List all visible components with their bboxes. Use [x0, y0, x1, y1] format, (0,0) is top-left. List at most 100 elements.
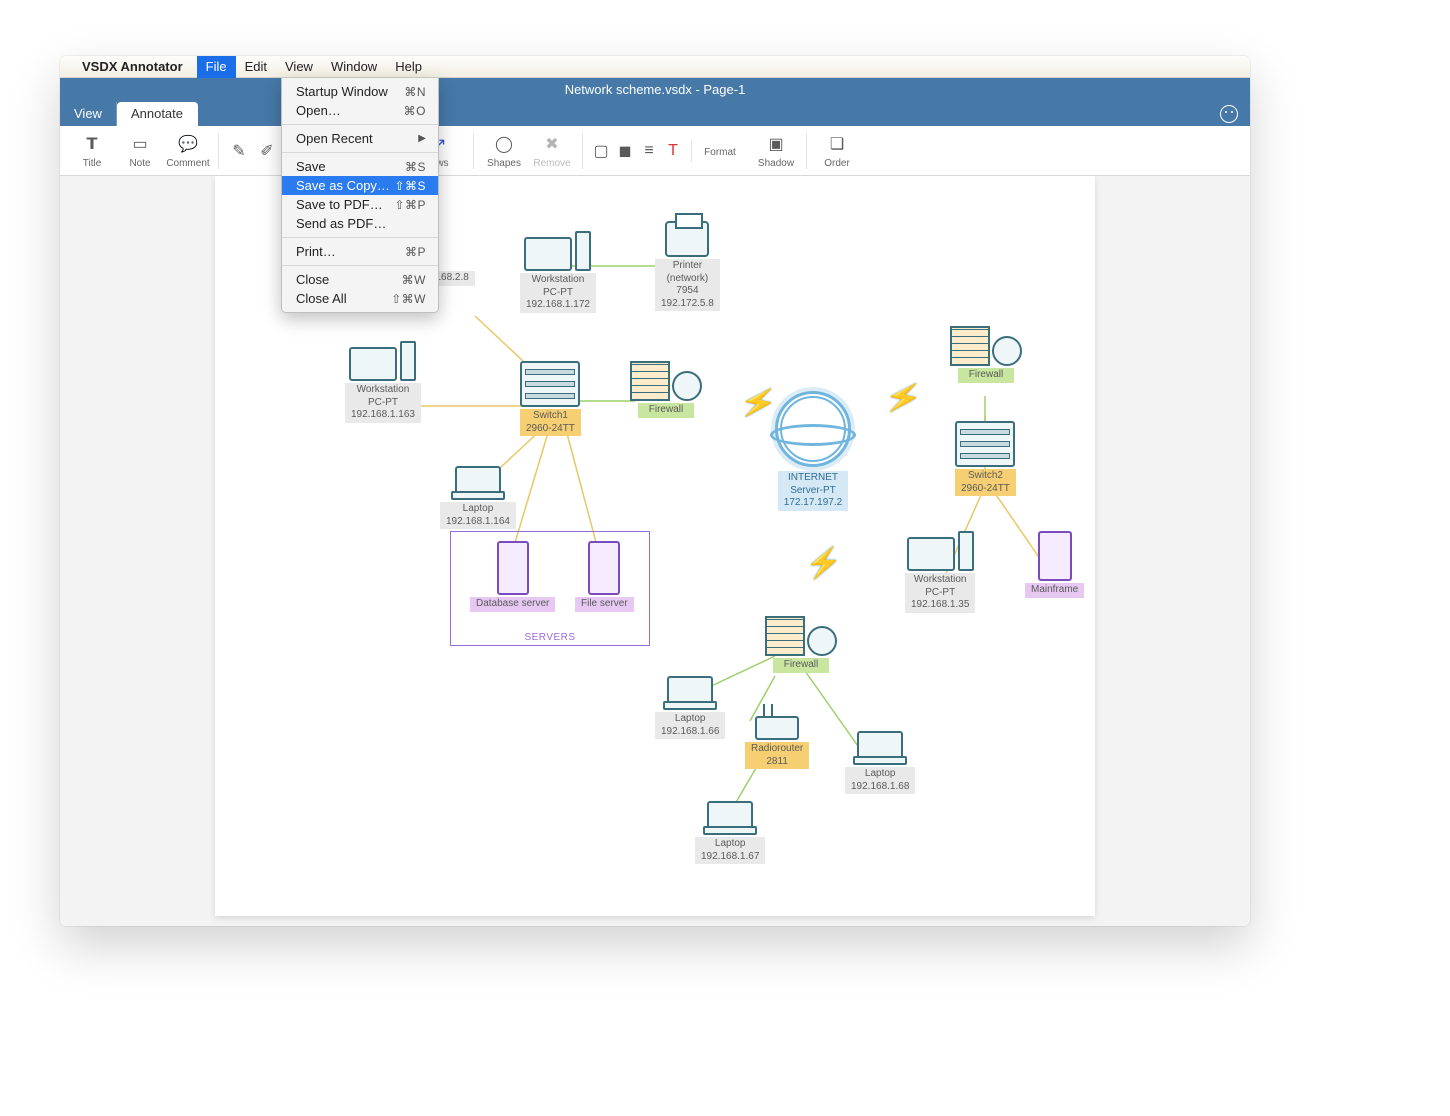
feedback-icon[interactable] [1220, 105, 1238, 123]
tool-format-label: Format [690, 144, 750, 158]
menu-send-as-pdf[interactable]: Send as PDF… [282, 214, 438, 233]
node-radiorouter[interactable]: Radiorouter2811 [745, 716, 809, 769]
switch-icon [955, 421, 1015, 467]
tool-order[interactable]: ❏Order [813, 133, 861, 169]
internet-globe-icon [775, 391, 851, 467]
submenu-arrow-icon: ▶ [418, 133, 426, 144]
server-icon [588, 541, 620, 595]
menu-startup-window[interactable]: Startup Window⌘N [282, 82, 438, 101]
order-icon: ❏ [824, 133, 850, 155]
globe-icon [672, 371, 702, 401]
mode-tabs: View Annotate [60, 102, 1250, 126]
pen-icon: ✎ [226, 140, 252, 162]
menu-save[interactable]: Save⌘S [282, 157, 438, 176]
tab-view[interactable]: View [60, 102, 117, 126]
title-icon: 𝗧 [79, 133, 105, 155]
menu-save-to-pdf[interactable]: Save to PDF…⇧⌘P [282, 195, 438, 214]
fill-icon: ▢ [588, 140, 614, 162]
node-file-server[interactable]: File server [575, 541, 634, 612]
canvas-area[interactable]: 192.168.2.8 WorkstationPC-PT192.168.1.17… [60, 176, 1250, 926]
node-switch1[interactable]: Switch12960-24TT [520, 361, 581, 436]
firewall-icon [765, 616, 805, 656]
lightning-icon: ⚡ [737, 382, 781, 424]
mac-menubar: VSDX Annotator File Edit View Window Hel… [60, 56, 1250, 78]
monitor-icon [524, 237, 572, 271]
window-title: Network scheme.vsdx - Page-1 [565, 82, 746, 97]
shapes-icon: ◯ [491, 133, 517, 155]
laptop-icon [857, 731, 903, 761]
server-icon [497, 541, 529, 595]
menu-help[interactable]: Help [386, 56, 431, 78]
tool-pen[interactable]: ✎ [225, 140, 253, 162]
tool-marker[interactable]: ✐ [253, 140, 281, 162]
tool-note[interactable]: ▭Note [116, 133, 164, 169]
tower-icon [575, 231, 591, 271]
servers-group-label: SERVERS [451, 632, 649, 643]
linestyle-icon: ≡ [636, 140, 662, 162]
monitor-icon [349, 347, 397, 381]
tool-shapes[interactable]: ◯Shapes [480, 133, 528, 169]
node-laptop-1[interactable]: Laptop192.168.1.164 [440, 466, 516, 529]
mainframe-icon [1038, 531, 1072, 581]
node-mainframe[interactable]: Mainframe [1025, 531, 1084, 598]
firewall-icon [950, 326, 990, 366]
textstyle-icon: T [660, 140, 686, 162]
menu-open[interactable]: Open…⌘O [282, 101, 438, 120]
node-firewall-1[interactable]: Firewall [630, 361, 702, 418]
node-firewall-3[interactable]: Firewall [765, 616, 837, 673]
stroke-icon: ◼ [612, 140, 638, 162]
menu-view[interactable]: View [276, 56, 322, 78]
menu-close-all[interactable]: Close All⇧⌘W [282, 289, 438, 308]
node-workstation-right[interactable]: WorkstationPC-PT192.168.1.35 [905, 531, 975, 613]
annotate-toolbar: 𝗧Title ▭Note 💬Comment ✎ ✐ 🖼Picture TText… [60, 126, 1250, 176]
tool-fill-color[interactable]: ▢ [589, 140, 613, 162]
tower-icon [400, 341, 416, 381]
printer-icon [665, 221, 709, 257]
file-menu-dropdown: Startup Window⌘N Open…⌘O Open Recent▶ Sa… [281, 78, 439, 313]
node-database-server[interactable]: Database server [470, 541, 555, 612]
node-laptop-2[interactable]: Laptop192.168.1.66 [655, 676, 725, 739]
menu-file[interactable]: File [197, 56, 236, 78]
globe-icon [807, 626, 837, 656]
tab-annotate[interactable]: Annotate [117, 102, 198, 126]
remove-icon: ✖ [539, 133, 565, 155]
tool-stroke-color[interactable]: ◼ [613, 140, 637, 162]
menu-print[interactable]: Print…⌘P [282, 242, 438, 261]
lightning-icon: ⚡ [882, 377, 926, 419]
menu-save-as-copy[interactable]: Save as Copy…⇧⌘S [282, 176, 438, 195]
node-firewall-2[interactable]: Firewall [950, 326, 1022, 383]
node-laptop-4[interactable]: Laptop192.168.1.68 [845, 731, 915, 794]
lightning-icon: ⚡ [805, 546, 842, 581]
laptop-icon [707, 801, 753, 831]
switch-icon [520, 361, 580, 407]
firewall-icon [630, 361, 670, 401]
monitor-icon [907, 537, 955, 571]
tool-text-style[interactable]: T [661, 140, 685, 162]
tool-remove[interactable]: ✖Remove [528, 133, 576, 169]
app-title: VSDX Annotator [82, 59, 183, 74]
laptop-icon [667, 676, 713, 706]
globe-icon [992, 336, 1022, 366]
tool-comment[interactable]: 💬Comment [164, 133, 212, 169]
router-icon [755, 716, 799, 740]
app-window: VSDX Annotator File Edit View Window Hel… [60, 56, 1250, 926]
menu-close[interactable]: Close⌘W [282, 270, 438, 289]
shadow-icon: ▣ [763, 133, 789, 155]
node-switch2[interactable]: Switch22960-24TT [955, 421, 1016, 496]
note-icon: ▭ [127, 133, 153, 155]
node-printer[interactable]: Printer(network)7954192.172.5.8 [655, 221, 720, 311]
tool-shadow[interactable]: ▣Shadow [752, 133, 800, 169]
comment-icon: 💬 [175, 133, 201, 155]
node-workstation-left[interactable]: WorkstationPC-PT192.168.1.163 [345, 341, 421, 423]
marker-icon: ✐ [254, 140, 280, 162]
menu-window[interactable]: Window [322, 56, 386, 78]
menu-open-recent[interactable]: Open Recent▶ [282, 129, 438, 148]
node-internet[interactable]: INTERNETServer-PT172.17.197.2 [775, 391, 851, 511]
tool-title[interactable]: 𝗧Title [68, 133, 116, 169]
window-titlebar: Network scheme.vsdx - Page-1 [60, 78, 1250, 102]
node-laptop-3[interactable]: Laptop192.168.1.67 [695, 801, 765, 864]
tool-line-style[interactable]: ≡ [637, 140, 661, 162]
laptop-icon [455, 466, 501, 496]
menu-edit[interactable]: Edit [236, 56, 276, 78]
node-workstation-top[interactable]: WorkstationPC-PT192.168.1.172 [520, 231, 596, 313]
